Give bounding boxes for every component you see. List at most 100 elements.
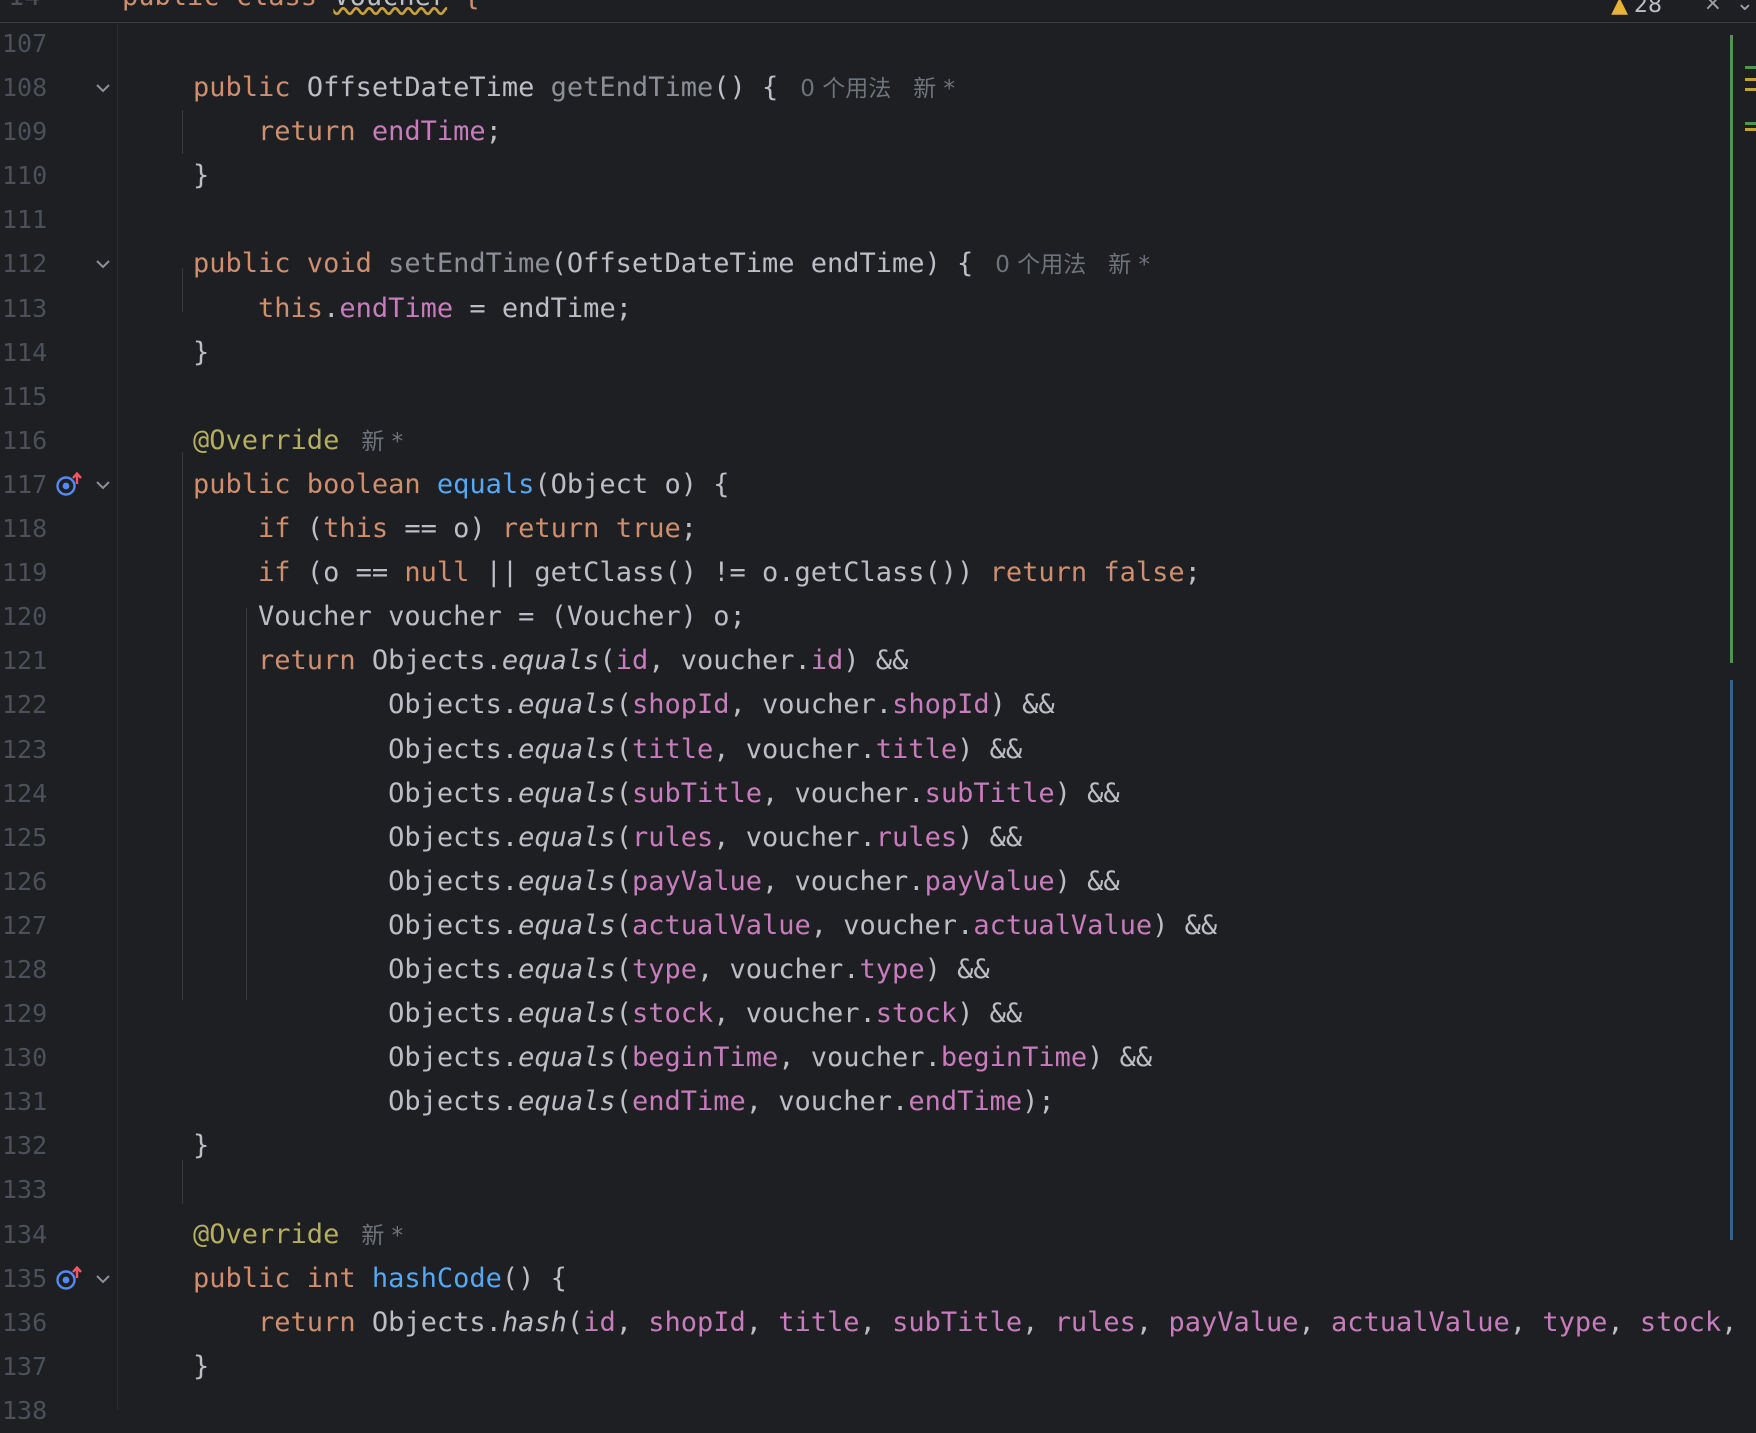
close-icon[interactable]: × [1704,0,1722,15]
code-text[interactable]: public OffsetDateTime getEndTime() {0 个用… [128,66,955,111]
code-text[interactable]: public void setEndTime(OffsetDateTime en… [128,242,1150,287]
line-number[interactable]: 115 [2,375,47,419]
code-line[interactable]: 118 if (this == o) return true; [0,507,1756,551]
line-number[interactable]: 111 [2,198,47,242]
code-line[interactable]: 119 if (o == null || getClass() != o.get… [0,551,1756,595]
code-line[interactable]: 122 Objects.equals(shopId, voucher.shopI… [0,683,1756,727]
line-number[interactable]: 118 [2,507,47,551]
code-line[interactable]: 128 Objects.equals(type, voucher.type) &… [0,948,1756,992]
scrollbar-warning-marker[interactable] [1745,128,1756,131]
code-line[interactable]: 127 Objects.equals(actualValue, voucher.… [0,904,1756,948]
code-line[interactable]: 107 [0,22,1756,66]
code-text[interactable]: Objects.equals(stock, voucher.stock) && [128,992,1022,1036]
new-author-inlay-hint[interactable]: 新 * [361,1223,403,1249]
code-text[interactable]: Objects.equals(subTitle, voucher.subTitl… [128,772,1120,816]
code-text[interactable]: Objects.equals(rules, voucher.rules) && [128,816,1022,860]
line-number[interactable]: 117 [2,463,47,507]
code-line[interactable]: 113 this.endTime = endTime; [0,287,1756,331]
code-text[interactable]: } [128,1124,209,1168]
line-number[interactable]: 120 [2,595,47,639]
fold-chevron-down-icon[interactable] [92,253,114,275]
line-number[interactable]: 127 [2,904,47,948]
code-text[interactable]: } [128,154,209,198]
code-text[interactable]: } [128,331,209,375]
usages-inlay-hint[interactable]: 0 个用法 [995,252,1086,278]
new-author-inlay-hint[interactable]: 新 * [913,76,955,102]
code-line[interactable]: 136 return Objects.hash(id, shopId, titl… [0,1301,1756,1345]
line-number[interactable]: 116 [2,419,47,463]
chevron-down-icon[interactable]: ⌄ [1736,0,1754,15]
line-number[interactable]: 138 [2,1389,47,1433]
code-line[interactable]: 114 } [0,331,1756,375]
line-number[interactable]: 137 [2,1345,47,1389]
line-number[interactable]: 128 [2,948,47,992]
line-number[interactable]: 126 [2,860,47,904]
usages-inlay-hint[interactable]: 0 个用法 [800,76,891,102]
fold-chevron-down-icon[interactable] [92,1268,114,1290]
code-text[interactable]: Objects.equals(shopId, voucher.shopId) &… [128,683,1055,727]
scrollbar-change-marker[interactable] [1745,66,1756,69]
code-line[interactable]: 115 [0,375,1756,419]
override-method-icon[interactable] [55,1265,85,1292]
fold-chevron-down-icon[interactable] [92,474,114,496]
scrollbar-warning-marker[interactable] [1745,88,1756,91]
line-number[interactable]: 122 [2,683,47,727]
code-text[interactable]: Objects.equals(actualValue, voucher.actu… [128,904,1217,948]
code-line[interactable]: 108 public OffsetDateTime getEndTime() {… [0,66,1756,110]
code-line[interactable]: 116 @Override 新 * [0,419,1756,463]
code-text[interactable]: } [128,1345,209,1389]
line-number[interactable]: 109 [2,110,47,154]
code-text[interactable]: public int hashCode() { [128,1257,567,1301]
line-number[interactable]: 129 [2,992,47,1036]
line-number[interactable]: 114 [2,331,47,375]
code-text[interactable]: @Override 新 * [128,419,403,464]
code-line[interactable]: 112 public void setEndTime(OffsetDateTim… [0,242,1756,286]
line-number[interactable]: 130 [2,1036,47,1080]
warnings-indicator[interactable]: ▲ 28 [1611,0,1662,17]
line-number[interactable]: 133 [2,1168,47,1212]
code-line[interactable]: 131 Objects.equals(endTime, voucher.endT… [0,1080,1756,1124]
line-number[interactable]: 134 [2,1213,47,1257]
code-text[interactable]: @Override 新 * [128,1213,403,1258]
code-line[interactable]: 129 Objects.equals(stock, voucher.stock)… [0,992,1756,1036]
code-text[interactable]: if (this == o) return true; [128,507,697,551]
code-line[interactable]: 110 } [0,154,1756,198]
line-number[interactable]: 113 [2,287,47,331]
code-text[interactable]: public boolean equals(Object o) { [128,463,729,507]
new-author-inlay-hint[interactable]: 新 * [1108,252,1150,278]
code-line[interactable]: 135 public int hashCode() { [0,1257,1756,1301]
new-author-inlay-hint[interactable]: 新 * [361,429,403,455]
override-method-icon[interactable] [55,471,85,498]
code-line[interactable]: 117 public boolean equals(Object o) { [0,463,1756,507]
scrollbar-change-marker[interactable] [1745,122,1756,125]
scrollbar-warning-marker[interactable] [1745,78,1756,81]
line-number[interactable]: 135 [2,1257,47,1301]
fold-chevron-down-icon[interactable] [92,77,114,99]
code-text[interactable]: Objects.equals(type, voucher.type) && [128,948,990,992]
code-line[interactable]: 132 } [0,1124,1756,1168]
code-line[interactable]: 130 Objects.equals(beginTime, voucher.be… [0,1036,1756,1080]
line-number[interactable]: 132 [2,1124,47,1168]
code-line[interactable]: 109 return endTime; [0,110,1756,154]
line-number[interactable]: 121 [2,639,47,683]
line-number[interactable]: 107 [2,22,47,66]
line-number[interactable]: 123 [2,728,47,772]
line-number[interactable]: 131 [2,1080,47,1124]
code-text[interactable]: if (o == null || getClass() != o.getClas… [128,551,1201,595]
code-text[interactable]: Objects.equals(title, voucher.title) && [128,728,1022,772]
code-line[interactable]: 134 @Override 新 * [0,1213,1756,1257]
code-line[interactable]: 120 Voucher voucher = (Voucher) o; [0,595,1756,639]
line-number[interactable]: 136 [2,1301,47,1345]
code-line[interactable]: 111 [0,198,1756,242]
code-text[interactable]: return Objects.hash(id, shopId, title, s… [128,1301,1756,1345]
line-number[interactable]: 124 [2,772,47,816]
code-text[interactable]: Objects.equals(payValue, voucher.payValu… [128,860,1120,904]
code-line[interactable]: 125 Objects.equals(rules, voucher.rules)… [0,816,1756,860]
code-line[interactable]: 126 Objects.equals(payValue, voucher.pay… [0,860,1756,904]
code-line[interactable]: 138 [0,1389,1756,1433]
code-editor[interactable]: 107 108 public OffsetDateTime getEndTime(… [0,22,1756,1433]
line-number[interactable]: 125 [2,816,47,860]
code-line[interactable]: 124 Objects.equals(subTitle, voucher.sub… [0,772,1756,816]
line-number[interactable]: 110 [2,154,47,198]
code-line[interactable]: 137 } [0,1345,1756,1389]
